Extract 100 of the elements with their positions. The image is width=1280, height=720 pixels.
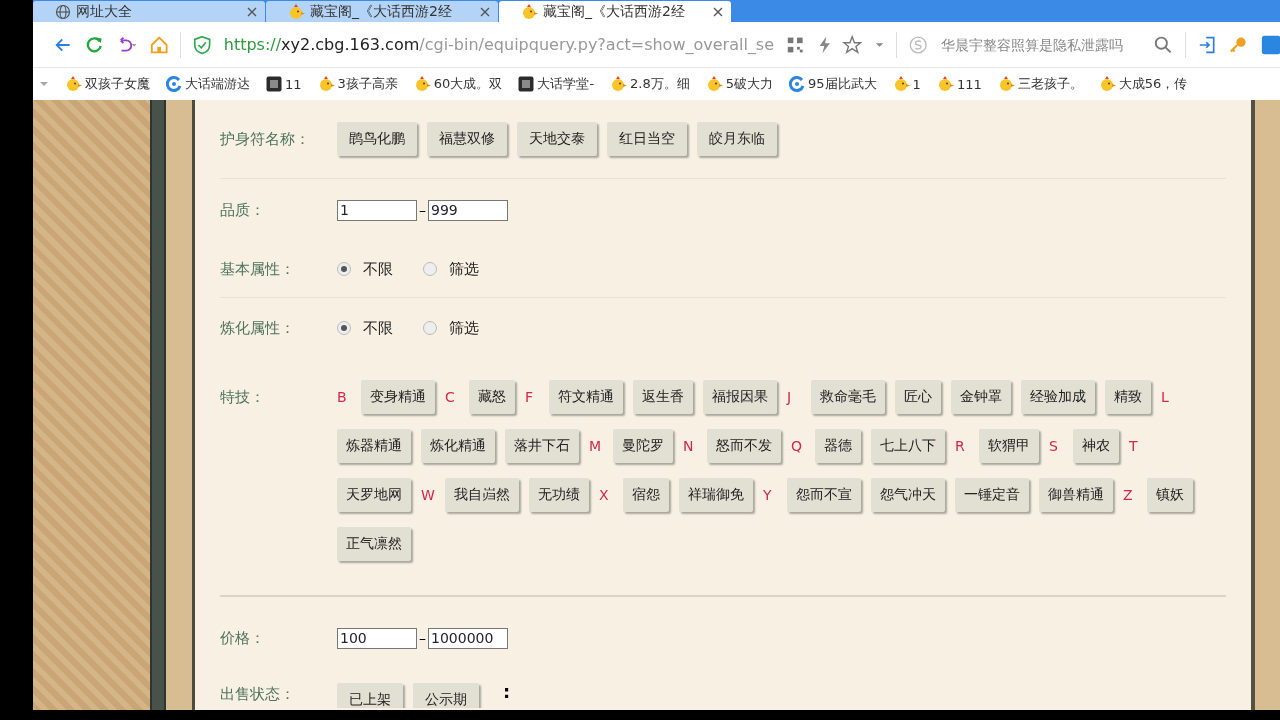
skill-button[interactable]: 落井下石 bbox=[505, 429, 579, 463]
skill-button[interactable]: 宿怨 bbox=[623, 478, 669, 512]
bookmark-item[interactable]: 3孩子高亲 bbox=[317, 75, 398, 93]
bookmark-item[interactable]: 2.8万。细 bbox=[610, 75, 690, 93]
dropdown-icon[interactable] bbox=[39, 79, 49, 89]
skill-button[interactable]: 藏怒 bbox=[469, 380, 515, 414]
range-dash: – bbox=[419, 630, 426, 646]
bookmark-item[interactable]: 大话端游达 bbox=[166, 75, 250, 93]
chick-icon bbox=[413, 76, 431, 92]
star-icon[interactable] bbox=[842, 33, 863, 56]
chick-icon bbox=[65, 76, 82, 92]
index-letter: X bbox=[599, 487, 610, 503]
skill-button[interactable]: 镇妖 bbox=[1147, 478, 1193, 512]
close-icon[interactable] bbox=[480, 6, 490, 17]
index-letter: L bbox=[1161, 389, 1170, 405]
option-button[interactable]: 天地交泰 bbox=[517, 122, 597, 156]
skill-button[interactable]: 救命毫毛 bbox=[811, 380, 885, 414]
price-max-field[interactable]: 1000000 bbox=[428, 627, 508, 649]
radio-option[interactable]: 筛选 bbox=[423, 318, 479, 338]
range-dash: – bbox=[419, 202, 426, 218]
option-button[interactable]: 红日当空 bbox=[607, 122, 687, 156]
price-min-field[interactable]: 100 bbox=[337, 627, 417, 649]
skill-button[interactable]: 经验加成 bbox=[1021, 380, 1095, 414]
bookmark-item[interactable]: 111 bbox=[936, 76, 982, 92]
radio-option[interactable]: 不限 bbox=[337, 259, 393, 279]
skill-button[interactable]: 软猬甲 bbox=[979, 429, 1039, 463]
skill-button[interactable]: 匠心 bbox=[895, 380, 941, 414]
option-button[interactable]: 皎月东临 bbox=[697, 122, 777, 156]
skill-button[interactable]: 御兽精通 bbox=[1039, 478, 1113, 512]
index-letter: S bbox=[1049, 438, 1059, 454]
bookmark-item[interactable]: 三老孩子。 bbox=[997, 75, 1083, 93]
close-icon[interactable] bbox=[247, 6, 257, 17]
chick-icon bbox=[288, 3, 305, 20]
index-letter: J bbox=[787, 389, 793, 405]
colon-mark: : bbox=[503, 680, 511, 702]
bookmark-item[interactable]: 5破大力 bbox=[705, 75, 774, 93]
skill-button[interactable]: 怨气冲天 bbox=[871, 478, 945, 512]
field-label: 护身符名称： bbox=[220, 129, 311, 149]
globe-icon bbox=[55, 3, 71, 20]
close-icon[interactable] bbox=[713, 6, 723, 17]
search-field[interactable]: 华晨宇整容照算是隐私泄露吗 bbox=[939, 35, 1143, 54]
index-letter: C bbox=[445, 389, 456, 405]
skill-button[interactable]: 一锤定音 bbox=[955, 478, 1029, 512]
skill-button[interactable]: 器德 bbox=[815, 429, 861, 463]
bookmark-item[interactable]: 11 bbox=[266, 76, 302, 92]
radio-option[interactable]: 筛选 bbox=[423, 259, 479, 279]
index-letter: Q bbox=[791, 438, 804, 454]
radio-button[interactable] bbox=[337, 321, 351, 335]
index-letter: R bbox=[955, 438, 966, 454]
skill-button[interactable]: 精致 bbox=[1105, 380, 1151, 414]
skill-button[interactable]: 返生香 bbox=[633, 380, 693, 414]
bookmark-item[interactable]: 大话学堂- bbox=[518, 75, 595, 93]
shield-icon[interactable] bbox=[192, 33, 213, 56]
index-letter: B bbox=[337, 389, 348, 405]
skill-button[interactable]: 天罗地网 bbox=[337, 478, 411, 512]
quality-max-field[interactable]: 999 bbox=[428, 199, 508, 221]
option-button[interactable]: 鹍鸟化鹏 bbox=[337, 122, 417, 156]
browser-logo-icon bbox=[166, 76, 182, 92]
quality-min-field[interactable]: 1 bbox=[337, 199, 417, 221]
radio-option[interactable]: 不限 bbox=[337, 318, 393, 338]
skill-button[interactable]: 无功绩 bbox=[529, 478, 589, 512]
bookmark-item[interactable]: 1 bbox=[892, 76, 921, 92]
skill-button[interactable]: 正气凛然 bbox=[337, 527, 411, 561]
radio-button[interactable] bbox=[423, 321, 437, 335]
browser-tab[interactable]: 藏宝阁_《大话西游2经 bbox=[266, 1, 498, 22]
chick-icon bbox=[936, 76, 954, 92]
skill-button[interactable]: 怨而不宣 bbox=[787, 478, 861, 512]
url-text[interactable]: https://xy2.cbg.163.com/cgi-bin/equipquery.py?act=show_overall_se bbox=[223, 35, 775, 54]
chick-icon bbox=[892, 76, 910, 92]
bookmark-item[interactable]: 大成56，传 bbox=[1098, 75, 1188, 93]
radio-button[interactable] bbox=[423, 262, 437, 276]
browser-logo-icon bbox=[789, 76, 806, 92]
browser-tab[interactable]: 藏宝阁_《大话西游2经 bbox=[499, 1, 731, 22]
index-letter: T bbox=[1129, 438, 1139, 454]
skill-button[interactable]: 怒而不发 bbox=[707, 429, 781, 463]
option-button[interactable]: 公示期 bbox=[413, 683, 479, 708]
skill-button[interactable]: 神农 bbox=[1073, 429, 1119, 463]
skill-button[interactable]: 金钟罩 bbox=[951, 380, 1011, 414]
skill-button[interactable]: 符文精通 bbox=[549, 380, 623, 414]
skill-button[interactable]: 七上八下 bbox=[871, 429, 945, 463]
chick-icon bbox=[1098, 76, 1116, 92]
translate-icon[interactable] bbox=[1259, 33, 1280, 56]
skill-button[interactable]: 变身精通 bbox=[361, 380, 435, 414]
browser-tab[interactable]: 网址大全 bbox=[33, 1, 265, 22]
skill-button[interactable]: 我自岿然 bbox=[445, 478, 519, 512]
index-letter: M bbox=[589, 438, 603, 454]
bookmark-item[interactable]: 60大成。双 bbox=[413, 75, 503, 93]
site-icon bbox=[266, 76, 282, 92]
radio-button[interactable] bbox=[337, 262, 351, 276]
field-label: 品质： bbox=[220, 200, 266, 220]
index-letter: Y bbox=[763, 487, 773, 503]
option-button[interactable]: 福慧双修 bbox=[427, 122, 507, 156]
skill-button[interactable]: 福报因果 bbox=[703, 380, 777, 414]
option-button[interactable]: 已上架 bbox=[337, 683, 403, 708]
skill-button[interactable]: 炼化精通 bbox=[421, 429, 495, 463]
skill-button[interactable]: 祥瑞御免 bbox=[679, 478, 753, 512]
bookmark-item[interactable]: 双孩子女魔 bbox=[65, 75, 150, 93]
skill-button[interactable]: 炼器精通 bbox=[337, 429, 411, 463]
bookmark-item[interactable]: 95届比武大 bbox=[789, 75, 877, 93]
skill-button[interactable]: 曼陀罗 bbox=[613, 429, 673, 463]
